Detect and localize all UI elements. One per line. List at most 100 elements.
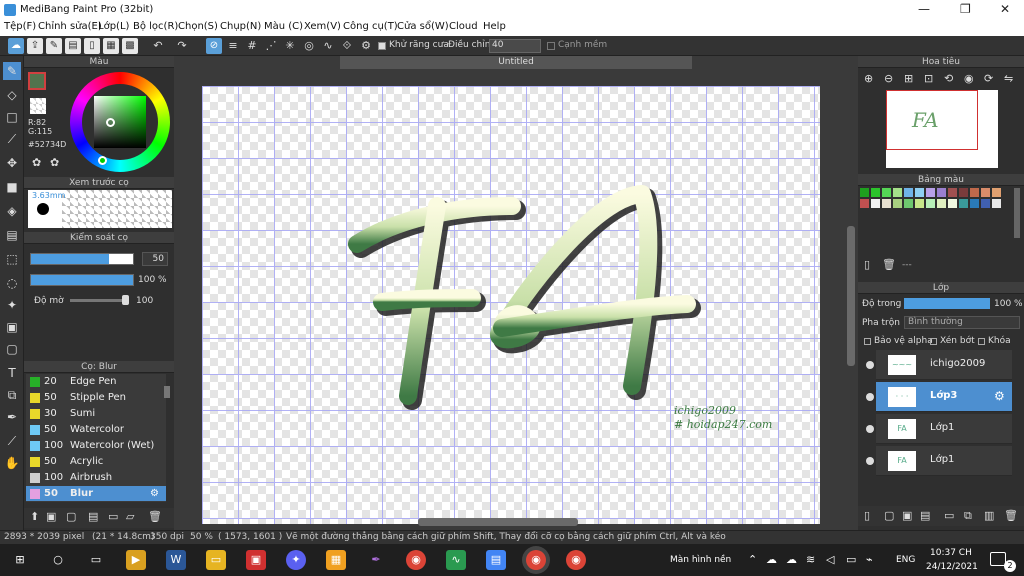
- layer-menu-icon[interactable]: ▤: [920, 509, 930, 522]
- palette-swatch[interactable]: [981, 199, 990, 208]
- drawing-canvas[interactable]: ichigo2009 # hoidap247.com: [202, 86, 820, 524]
- current-color-swatch[interactable]: [28, 72, 46, 90]
- actual-size-icon[interactable]: ⊡: [924, 72, 933, 85]
- palette-swatch[interactable]: [926, 199, 935, 208]
- vertical-scrollbar[interactable]: [847, 226, 855, 366]
- maximize-button[interactable]: ❐: [960, 2, 971, 16]
- battery-icon[interactable]: ▭: [846, 553, 856, 566]
- saturation-square[interactable]: [94, 96, 146, 148]
- media-player-icon[interactable]: ▶: [126, 550, 146, 570]
- palette-swatch[interactable]: [937, 199, 946, 208]
- select-pen-icon[interactable]: ▣: [3, 318, 21, 336]
- fill-rect-icon[interactable]: ■: [3, 178, 21, 196]
- palette-new-icon[interactable]: ▯: [864, 258, 870, 271]
- line-tool-icon[interactable]: ⟋: [3, 130, 21, 148]
- layout-icon[interactable]: ▩: [122, 38, 138, 54]
- snap-off-icon[interactable]: ⊘: [206, 38, 222, 54]
- menu-help[interactable]: Help: [483, 21, 506, 32]
- office-icon[interactable]: ▦: [326, 550, 346, 570]
- parallel-snap-icon[interactable]: ≡: [225, 38, 241, 54]
- horizontal-scrollbar[interactable]: [418, 518, 578, 526]
- color-settings-icon[interactable]: ✿: [50, 156, 59, 169]
- brush-delete-icon[interactable]: 🗑: [148, 510, 162, 523]
- comment-icon[interactable]: ✎: [46, 38, 62, 54]
- windows-start-icon[interactable]: ⊞: [10, 550, 30, 570]
- message-icon[interactable]: ▤: [65, 38, 81, 54]
- palette-swatch[interactable]: [959, 188, 968, 197]
- brush-folder-icon[interactable]: ▭: [108, 510, 118, 523]
- radial-snap-icon[interactable]: ✳: [282, 38, 298, 54]
- language-indicator[interactable]: ENG: [896, 555, 915, 565]
- palette-swatch[interactable]: [970, 199, 979, 208]
- opacity-slider[interactable]: [70, 299, 128, 302]
- menu-window[interactable]: Cửa sổ(W): [397, 21, 449, 32]
- chrome-active-icon[interactable]: ◉: [526, 550, 546, 570]
- palette-swatch[interactable]: [992, 188, 1001, 197]
- flip-icon[interactable]: ⇋: [1004, 72, 1013, 85]
- palette-swatch[interactable]: [915, 199, 924, 208]
- usb-icon[interactable]: ⌁: [866, 553, 873, 566]
- eraser-tool-icon[interactable]: ◇: [3, 86, 21, 104]
- magic-wand-icon[interactable]: ✦: [3, 296, 21, 314]
- brush-size-value[interactable]: 50: [142, 252, 168, 266]
- chrome-icon[interactable]: ◉: [406, 550, 426, 570]
- undo-icon[interactable]: ↶: [150, 38, 166, 54]
- palette-swatch[interactable]: [904, 188, 913, 197]
- layer-opacity-slider[interactable]: [904, 298, 990, 309]
- hand-tool-icon[interactable]: ✋: [3, 454, 21, 472]
- smooth-checkbox[interactable]: [547, 42, 555, 50]
- duplicate-layer-icon[interactable]: ▣: [902, 509, 912, 522]
- rotate-right-icon[interactable]: ⟳: [984, 72, 993, 85]
- brush-copy-icon[interactable]: ▣: [46, 510, 56, 523]
- layer-row[interactable]: FA Lớp1: [866, 414, 1012, 444]
- palette-swatch[interactable]: [937, 188, 946, 197]
- palette-delete-icon[interactable]: 🗑: [882, 258, 896, 271]
- brush-list-item[interactable]: 100 Airbrush: [26, 470, 166, 485]
- perspective-snap-icon[interactable]: ⋰: [263, 38, 279, 54]
- menu-tools[interactable]: Công cụ(T): [343, 21, 398, 32]
- symmetry-icon[interactable]: ⟐: [339, 38, 355, 54]
- palette-swatch[interactable]: [926, 188, 935, 197]
- delete-layer-icon[interactable]: 🗑: [1004, 509, 1018, 522]
- rotate-reset-icon[interactable]: ◉: [964, 72, 974, 85]
- palette-scrollbar[interactable]: [1014, 188, 1020, 238]
- add-brush-icon[interactable]: ⬆: [30, 510, 39, 523]
- opacity-thumb[interactable]: [122, 295, 129, 305]
- palette-swatch[interactable]: [904, 199, 913, 208]
- menu-layer[interactable]: Lớp(L): [98, 21, 129, 32]
- layer-row[interactable]: · · · Lớp3 ⚙: [866, 382, 1012, 412]
- secondary-color-swatch[interactable]: [30, 98, 46, 114]
- brush-settings-icon[interactable]: ⚙: [150, 486, 159, 501]
- minimize-button[interactable]: —: [918, 2, 930, 16]
- layer-folder-icon[interactable]: ▭: [944, 509, 954, 522]
- cloud-icon[interactable]: ☁: [8, 38, 24, 54]
- redo-icon[interactable]: ↷: [174, 38, 190, 54]
- curve-snap-icon[interactable]: ∿: [320, 38, 336, 54]
- menu-capture[interactable]: Chụp(N): [220, 21, 261, 32]
- messenger-icon[interactable]: ✦: [286, 550, 306, 570]
- menu-cloud[interactable]: Cloud: [449, 21, 478, 32]
- zoom-out-icon[interactable]: ⊖: [884, 72, 893, 85]
- eye-icon[interactable]: [866, 393, 874, 401]
- wifi-icon[interactable]: ≋: [806, 553, 815, 566]
- layer-settings-icon[interactable]: ▥: [984, 509, 994, 522]
- eye-icon[interactable]: [866, 425, 874, 433]
- chrome-profile-icon[interactable]: ◉: [566, 550, 586, 570]
- palette-swatch[interactable]: [970, 188, 979, 197]
- grid-snap-icon[interactable]: #: [244, 38, 260, 54]
- layer-row[interactable]: FA Lớp1: [866, 446, 1012, 476]
- volume-icon[interactable]: ◁: [826, 553, 834, 566]
- grid-doc-icon[interactable]: ▦: [103, 38, 119, 54]
- file-explorer-icon[interactable]: ▭: [206, 550, 226, 570]
- palette-swatch[interactable]: [893, 199, 902, 208]
- palette-swatch[interactable]: [948, 199, 957, 208]
- brush-cloud-icon[interactable]: ▱: [126, 510, 134, 523]
- docs-icon[interactable]: ▤: [486, 550, 506, 570]
- palette-swatch[interactable]: [981, 188, 990, 197]
- palette-swatch[interactable]: [882, 188, 891, 197]
- brush-percent-slider[interactable]: [30, 274, 134, 286]
- brush-list-item[interactable]: 50 Acrylic: [26, 454, 166, 469]
- palette-swatch[interactable]: [871, 199, 880, 208]
- pen-app-icon[interactable]: ✒: [366, 550, 386, 570]
- new-layer-icon[interactable]: ▯: [864, 509, 870, 522]
